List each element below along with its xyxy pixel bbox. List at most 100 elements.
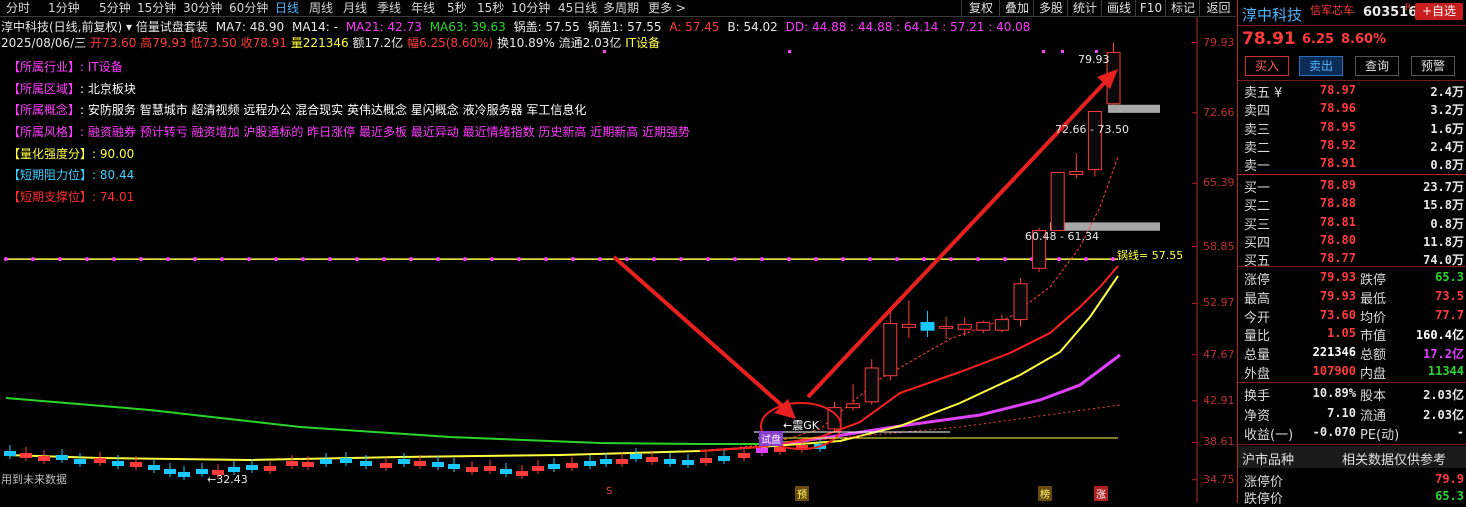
orderbook-volume: 1.6万	[1430, 121, 1464, 136]
stat-label: 最高	[1244, 291, 1271, 307]
period-tab[interactable]: 5秒	[447, 0, 467, 16]
period-tab[interactable]: 分时	[6, 0, 30, 16]
f10-button[interactable]: F10	[1135, 0, 1166, 16]
orderbook-price: 78.97	[1319, 83, 1356, 97]
adjust-button[interactable]: 复权	[961, 0, 1000, 16]
history-candle	[532, 466, 544, 471]
candle-body	[864, 367, 879, 403]
more-periods-button[interactable]: 更多 >	[648, 0, 686, 16]
period-tab[interactable]: 季线	[377, 0, 401, 16]
marker-limit-up: 涨	[1094, 486, 1108, 501]
orderbook-price: 78.95	[1319, 119, 1356, 134]
period-tab-daily[interactable]: 日线	[275, 0, 299, 16]
stat-value: 7.10	[1327, 405, 1356, 420]
period-tab[interactable]: 30分钟	[183, 0, 222, 16]
period-tab[interactable]: 60分钟	[229, 0, 268, 16]
history-candle	[466, 467, 478, 472]
kline-chart[interactable]: 淳中科技(日线,前复权) ▾ 倍量试盘套装 MA7: 48.90 MA14: -…	[0, 17, 1236, 503]
stat-value: 1.05	[1327, 326, 1356, 341]
limit-value: 79.9	[1435, 472, 1464, 486]
orderbook-price: 78.91	[1319, 156, 1356, 171]
bar-turnover: 换10.89%	[497, 36, 555, 50]
ma63-value: MA63: 39.63	[429, 20, 506, 34]
history-candle	[246, 465, 258, 470]
limit-label: 跌停价	[1244, 492, 1284, 507]
period-tab[interactable]: 45日线	[558, 0, 597, 16]
stat-value: 2.03亿	[1423, 388, 1464, 402]
b-value: B: 54.02	[727, 20, 778, 34]
buy-button[interactable]: 买入	[1245, 56, 1289, 76]
add-watchlist-button[interactable]: +自选	[1415, 3, 1463, 20]
history-candle	[4, 451, 16, 456]
candle-body	[976, 321, 991, 331]
test-label: 试盘	[759, 431, 783, 446]
bar-volume: 量221346	[290, 36, 349, 50]
info-row-value: : 北京板块	[80, 82, 136, 96]
guogai-dot	[706, 257, 710, 262]
period-tab[interactable]: 5分钟	[99, 0, 131, 16]
info-row: 【量化强度分】: 90.00	[8, 145, 134, 162]
period-tab[interactable]: 多周期	[603, 0, 639, 16]
info-row: 【短期支撑位】: 74.01	[8, 188, 134, 205]
stat-value: -0.070	[1312, 425, 1356, 439]
candle-body	[901, 323, 916, 328]
signal-dot	[788, 50, 791, 53]
orderbook-price: 78.77	[1319, 251, 1356, 266]
guogai-dot	[814, 257, 818, 262]
ma21-line	[5, 275, 1119, 462]
price-change: 6.25	[1302, 32, 1335, 47]
price-tick-label: 79.93	[1203, 35, 1235, 49]
guogai-dot	[760, 257, 764, 262]
history-candle	[566, 463, 578, 468]
guogai-dot	[220, 257, 224, 262]
guogai-dot	[1003, 257, 1007, 262]
history-candle	[56, 455, 68, 460]
indicator-name[interactable]: 倍量试盘套装	[136, 20, 208, 34]
history-candle	[700, 458, 712, 463]
guogai-dot	[922, 257, 926, 262]
history-candle	[360, 461, 372, 466]
history-candle	[738, 453, 750, 458]
history-candle	[500, 469, 512, 474]
stats-button[interactable]: 统计	[1067, 0, 1102, 16]
guogai-dot	[166, 257, 170, 262]
rzr-badge: R	[1405, 3, 1412, 13]
ma63-line	[5, 397, 801, 445]
guogai-dot	[490, 257, 494, 262]
period-tab[interactable]: 月线	[343, 0, 367, 16]
orderbook-volume: 2.4万	[1430, 85, 1464, 99]
overlay-button[interactable]: 叠加	[999, 0, 1034, 16]
period-tab[interactable]: 15秒	[477, 0, 504, 16]
guogai-dot	[4, 257, 8, 262]
stat-value: 73.5	[1435, 288, 1464, 303]
info-row: 【所属行业】: IT设备	[8, 58, 123, 75]
period-tab[interactable]: 10分钟	[511, 0, 550, 16]
period-tab[interactable]: 15分钟	[137, 0, 176, 16]
dropdown-icon[interactable]: ▾	[126, 20, 132, 34]
stat-label: 外盘	[1244, 367, 1271, 382]
stat-label: 市值	[1360, 329, 1387, 345]
multi-stock-button[interactable]: 多股	[1033, 0, 1068, 16]
price-tick-label: 58.85	[1203, 239, 1235, 253]
guogai-dot	[355, 257, 359, 262]
stat-value: 79.93	[1319, 270, 1356, 284]
orderbook-level: 卖一	[1244, 159, 1271, 175]
period-tab[interactable]: 年线	[411, 0, 435, 16]
stock-name: 淳中科技	[1242, 6, 1303, 24]
high-price-label: 79.93	[1078, 53, 1110, 66]
sell-button[interactable]: 卖出	[1299, 56, 1343, 76]
back-button[interactable]: 返回	[1199, 0, 1237, 16]
mark-button[interactable]: 标记	[1165, 0, 1200, 16]
history-candle	[718, 456, 730, 461]
history-candle	[664, 459, 676, 464]
ma-long-line	[759, 353, 1121, 449]
period-tab[interactable]: 周线	[309, 0, 333, 16]
candle-body	[883, 322, 898, 377]
ma7-value: MA7: 48.90	[215, 20, 285, 34]
period-tab[interactable]: 1分钟	[48, 0, 80, 16]
draw-button[interactable]: 画线	[1101, 0, 1136, 16]
price-tick-label: 47.67	[1203, 347, 1235, 361]
query-button[interactable]: 查询	[1355, 56, 1399, 76]
alert-button[interactable]: 预警	[1411, 56, 1455, 76]
stat-label: 量比	[1244, 329, 1271, 345]
